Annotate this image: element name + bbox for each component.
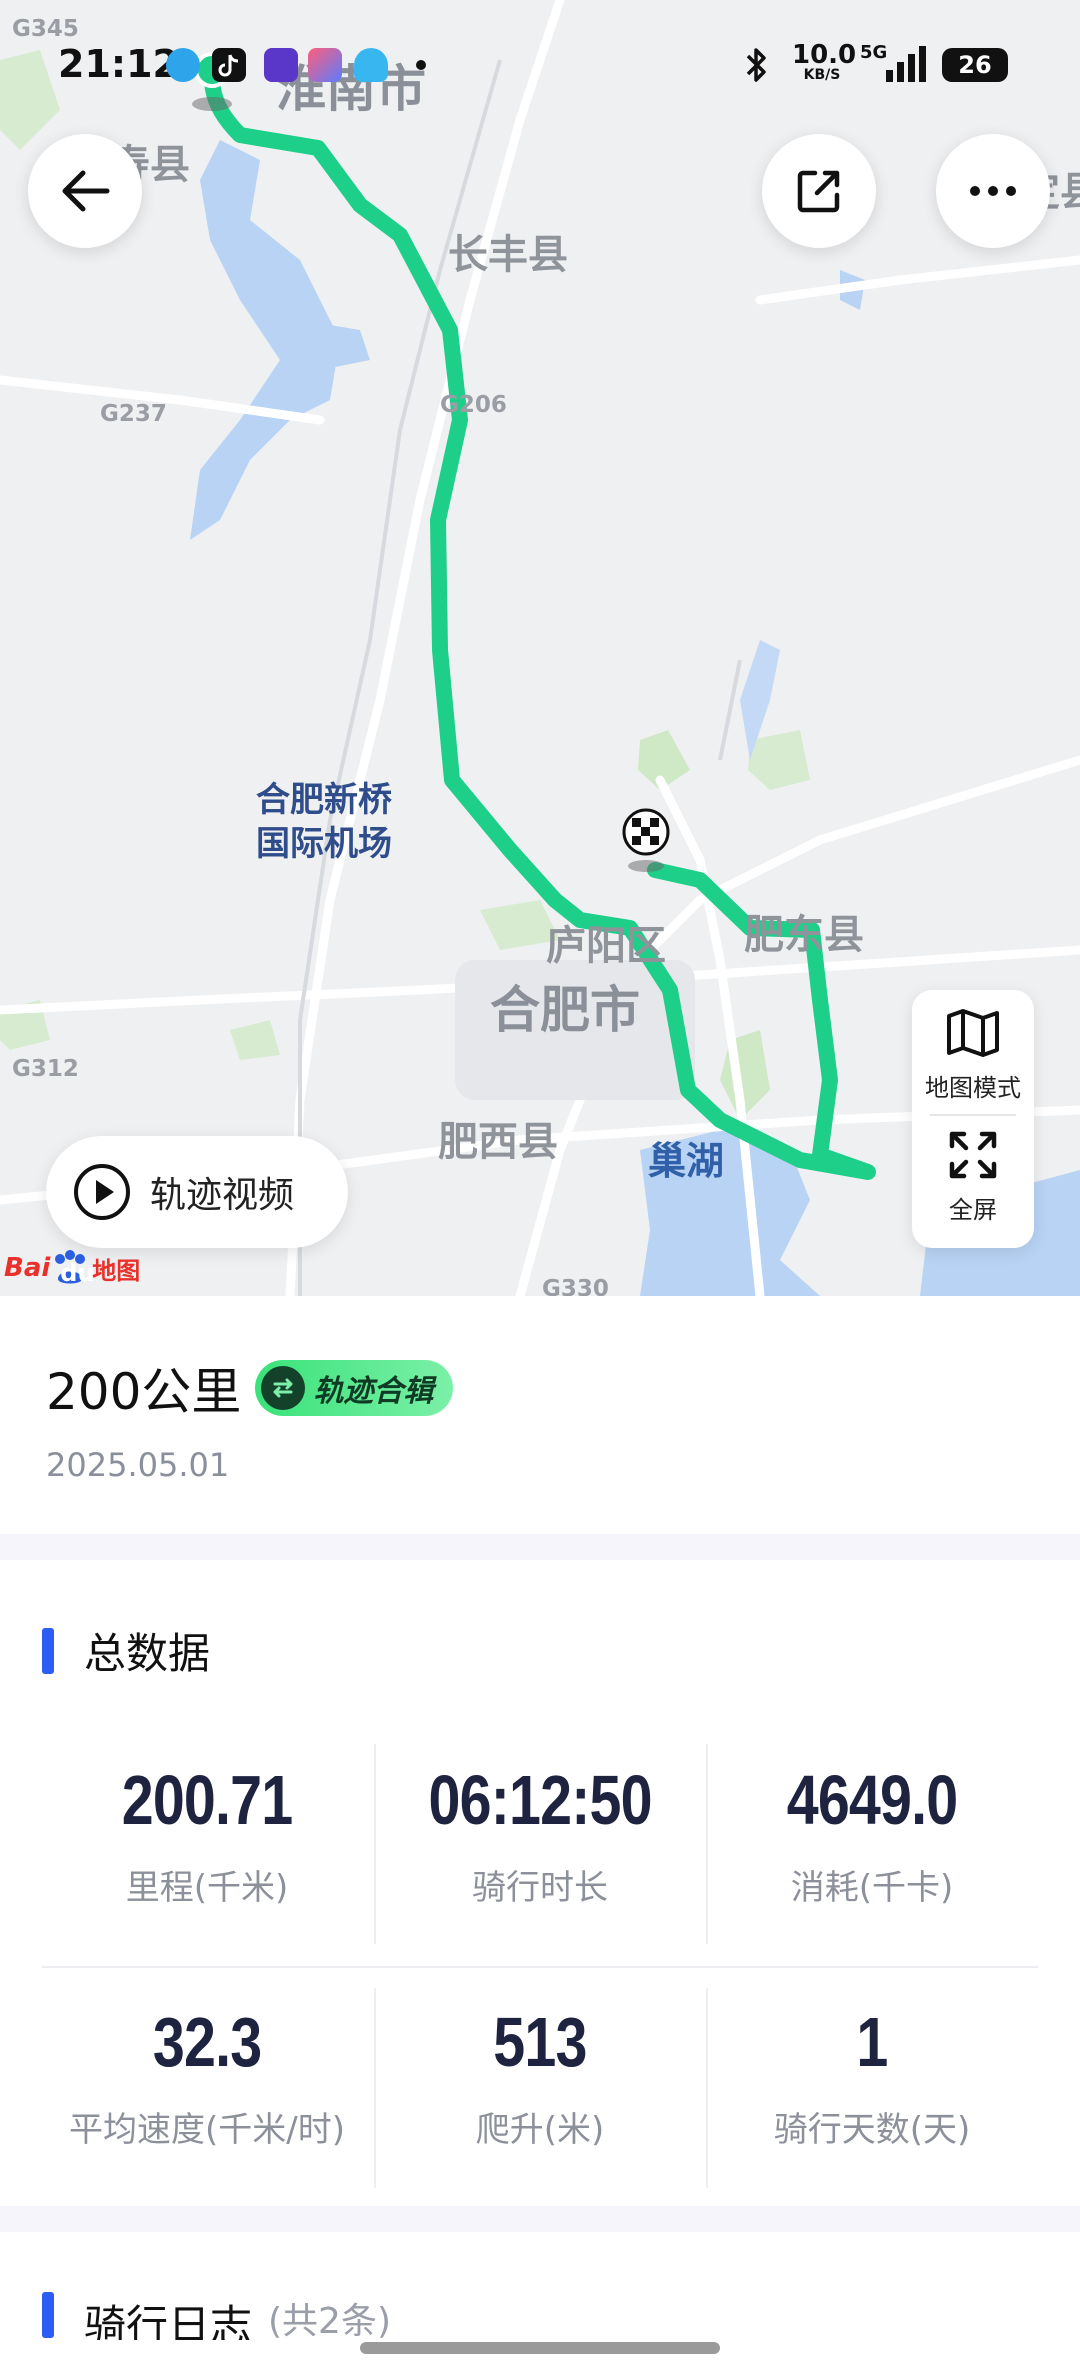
map-label-g330: G330	[542, 1276, 609, 1297]
stat-avg-speed-value: 32.3	[152, 2003, 262, 2081]
map-label-airport: 合肥新桥 国际机场	[256, 778, 392, 866]
map-label-chaohu: 巢湖	[648, 1139, 725, 1183]
tools-divider	[930, 1114, 1016, 1116]
bluetooth-icon	[746, 48, 766, 82]
battery-indicator: 26	[942, 48, 1008, 82]
map-mode-button[interactable]: 地图模式	[912, 1008, 1034, 1103]
baidu-map-logo: Bai du 地图	[4, 1248, 140, 1288]
log-count: (共2条)	[268, 2301, 392, 2340]
map-mode-label: 地图模式	[925, 1074, 1021, 1102]
more-notifications-dot	[416, 60, 426, 70]
map-label-g312: G312	[12, 1056, 79, 1082]
summary-accent-bar	[42, 1627, 54, 1674]
stat-climb-label: 爬升(米)	[475, 2110, 605, 2150]
home-indicator[interactable]	[360, 2342, 720, 2354]
stat-climb-value: 513	[493, 2003, 587, 2081]
stat-separator	[706, 1744, 708, 1944]
map-label-g237: G237	[100, 401, 167, 427]
track-collection-badge[interactable]: 轨迹合辑	[255, 1360, 454, 1416]
stat-calories-label: 消耗(千卡)	[790, 1868, 954, 1908]
stat-duration-label: 骑行时长	[472, 1868, 608, 1908]
track-collection-icon	[261, 1366, 306, 1410]
activity-date: 2025.05.01	[46, 1446, 230, 1484]
map-label-feixi: 肥西县	[438, 1119, 558, 1165]
fullscreen-label: 全屏	[949, 1196, 997, 1224]
map-label-airport-line2: 国际机场	[256, 824, 392, 864]
map-label-g206: G206	[440, 392, 507, 418]
map-label-airport-line1: 合肥新桥	[256, 780, 392, 820]
play-circle-icon	[74, 1164, 130, 1220]
star-app-icon	[308, 48, 342, 82]
share-icon	[797, 170, 840, 213]
stat-distance-label: 里程(千米)	[125, 1868, 289, 1908]
activity-title: 200公里	[46, 1363, 242, 1421]
stat-avg-speed: 32.3 平均速度(千米/时)	[42, 2002, 372, 2151]
map-label-luyang: 庐阳区	[546, 923, 666, 969]
stat-climb: 513 爬升(米)	[375, 2002, 705, 2151]
map-view[interactable]: 淮南市 寿县 长丰县 定县 合肥新桥 国际机场 庐阳区 合肥市 肥东县 肥西县 …	[0, 0, 1080, 1296]
map-label-hefei: 合肥市	[490, 981, 640, 1039]
fullscreen-icon	[949, 1131, 997, 1179]
stat-row-separator	[42, 1966, 1038, 1968]
stat-distance-value: 200.71	[121, 1761, 293, 1839]
track-video-button[interactable]: 轨迹视频	[46, 1136, 348, 1248]
tiktok-icon	[212, 48, 246, 82]
stat-calories-value: 4649.0	[786, 1761, 958, 1839]
logo-text-du: du	[60, 1259, 95, 1287]
log-accent-bar	[42, 2292, 54, 2338]
tieba-icon	[264, 48, 298, 82]
more-dots-icon	[970, 186, 1016, 196]
stat-duration: 06:12:50 骑行时长	[375, 1760, 705, 1909]
qq-icon	[354, 48, 388, 82]
log-heading: 骑行日志	[84, 2301, 253, 2340]
stat-avg-speed-label: 平均速度(千米/时)	[69, 2110, 345, 2150]
map-tools-panel: 地图模式 全屏	[912, 990, 1034, 1248]
screen: 淮南市 寿县 长丰县 定县 合肥新桥 国际机场 庐阳区 合肥市 肥东县 肥西县 …	[0, 0, 1080, 2376]
map-label-feidong: 肥东县	[744, 912, 864, 958]
log-header[interactable]: 骑行日志 (共2条)	[42, 2292, 391, 2340]
section-divider	[0, 1534, 1080, 1560]
track-video-label: 轨迹视频	[150, 1175, 295, 1216]
status-bar: 21:12 10.0 KB/S 5G 26	[0, 0, 1080, 120]
more-button[interactable]	[936, 134, 1050, 248]
back-arrow-icon	[62, 170, 110, 212]
net-speed: 10.0 KB/S	[792, 40, 857, 83]
track-collection-label: 轨迹合辑	[313, 1374, 434, 1409]
stat-days: 1 骑行天数(天)	[707, 2002, 1037, 2151]
back-button[interactable]	[28, 134, 142, 248]
stat-days-value: 1	[856, 2003, 888, 2081]
logo-text-ditu: 地图	[92, 1256, 141, 1285]
stat-duration-value: 06:12:50	[428, 1761, 652, 1839]
app-notification-icon	[166, 48, 200, 82]
summary-header: 总数据	[42, 1620, 210, 1681]
net-speed-unit: KB/S	[803, 67, 841, 83]
section-divider	[0, 2206, 1080, 2232]
map-label-changfeng: 长丰县	[448, 232, 568, 278]
signal-icon	[886, 46, 926, 82]
fullscreen-button[interactable]: 全屏	[912, 1130, 1034, 1225]
share-button[interactable]	[762, 134, 876, 248]
stat-separator	[374, 1744, 376, 1944]
stat-distance: 200.71 里程(千米)	[42, 1760, 372, 1909]
map-mode-icon	[947, 1009, 999, 1057]
stat-calories: 4649.0 消耗(千卡)	[707, 1760, 1037, 1909]
activity-title-row: 200公里 轨迹合辑	[46, 1352, 454, 1424]
status-time: 21:12	[58, 42, 179, 86]
logo-text-bai: Bai	[4, 1253, 51, 1283]
net-speed-value: 10.0	[792, 40, 857, 70]
stat-days-label: 骑行天数(天)	[773, 2110, 971, 2150]
summary-heading: 总数据	[84, 1629, 211, 1678]
